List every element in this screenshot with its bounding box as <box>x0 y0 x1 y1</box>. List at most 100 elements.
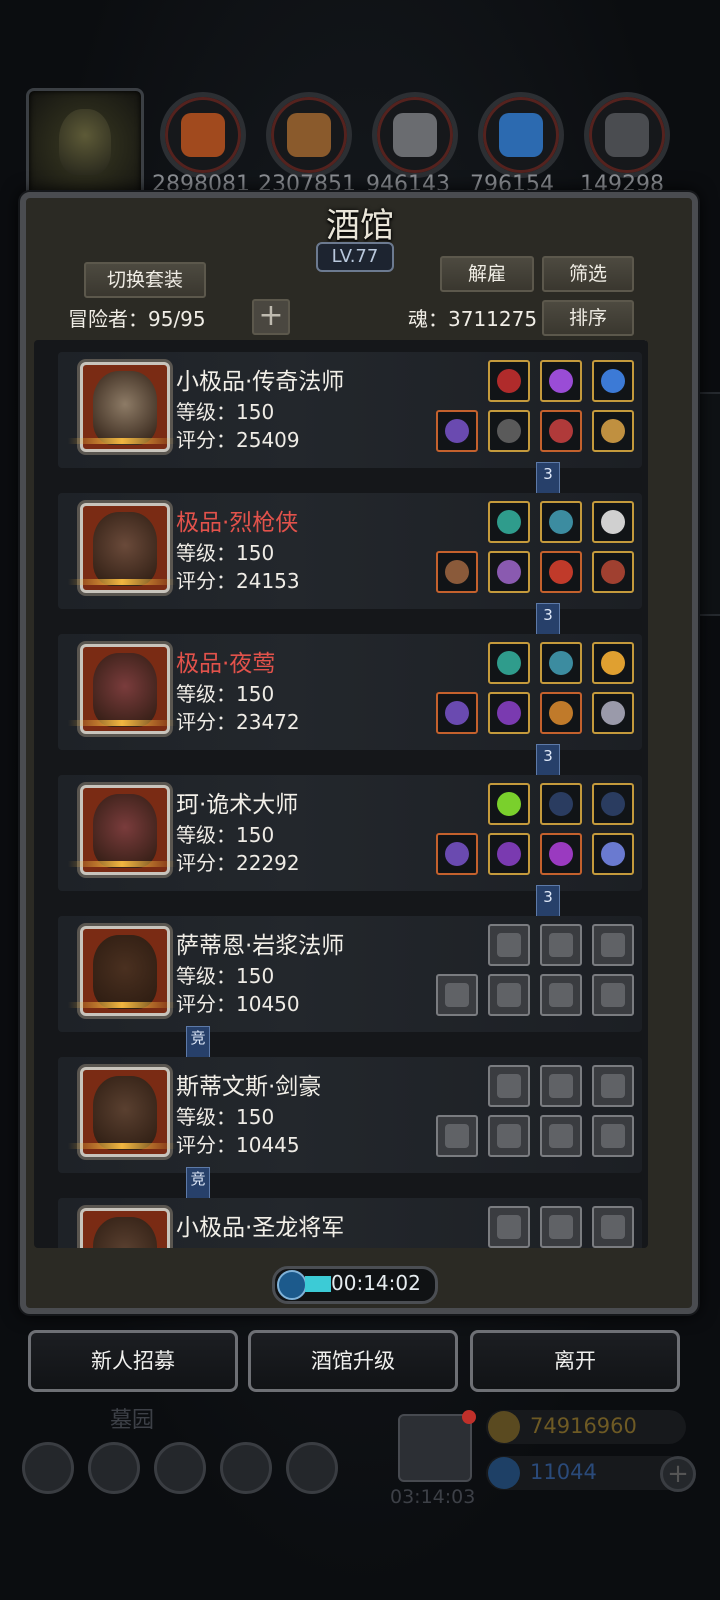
equipment-slot[interactable] <box>540 692 582 734</box>
resource-meat-icon[interactable] <box>160 92 246 178</box>
hero-card[interactable]: 萨蒂恩·岩浆法师 等级：150 评分：10450 竞 <box>58 916 642 1058</box>
mail-icon[interactable] <box>220 1442 272 1494</box>
equipment-slot[interactable] <box>540 501 582 543</box>
equipment-slot[interactable] <box>592 360 634 402</box>
switch-outfit-button[interactable]: 切换套装 <box>84 262 206 298</box>
meat-icon <box>181 113 225 157</box>
settings-icon[interactable] <box>22 1442 74 1494</box>
equipment-icon <box>445 419 469 443</box>
empty-equipment-slot[interactable] <box>488 974 530 1016</box>
equipment-slot[interactable] <box>540 551 582 593</box>
equipment-icon <box>549 792 573 816</box>
hero-name: 极品·烈枪侠 <box>176 510 299 536</box>
hero-list[interactable]: 小极品·传奇法师 等级：150 评分：25409 3 极品·烈枪侠 等级：150… <box>34 340 648 1248</box>
set-tag-badge: 3 <box>536 885 560 917</box>
player-avatar[interactable] <box>26 88 144 202</box>
cemetery-label: 墓园 <box>110 1408 155 1433</box>
empty-equipment-slot[interactable] <box>436 974 478 1016</box>
empty-equipment-slot[interactable] <box>592 924 634 966</box>
set-tag-badge: 3 <box>536 603 560 635</box>
gift-box-icon[interactable] <box>398 1410 476 1482</box>
equipment-slot[interactable] <box>436 410 478 452</box>
equipment-slot[interactable] <box>592 833 634 875</box>
equipment-slot[interactable] <box>592 692 634 734</box>
empty-equipment-slot[interactable] <box>540 1206 582 1248</box>
equipment-icon <box>549 651 573 675</box>
equipment-slot[interactable] <box>540 410 582 452</box>
empty-equipment-slot[interactable] <box>592 1206 634 1248</box>
adventurer-count: 冒险者：95/95 <box>68 307 206 331</box>
add-currency-icon[interactable]: + <box>660 1456 696 1492</box>
equipment-slot[interactable] <box>540 360 582 402</box>
hero-card[interactable]: 珂·诡术大师 等级：150 评分：22292 3 <box>58 775 642 917</box>
sort-button[interactable]: 排序 <box>542 300 634 336</box>
empty-equipment-slot[interactable] <box>540 924 582 966</box>
equipment-slot[interactable] <box>488 360 530 402</box>
hero-face <box>93 794 157 868</box>
empty-equipment-slot[interactable] <box>540 974 582 1016</box>
equipment-slot[interactable] <box>540 833 582 875</box>
equipment-slot[interactable] <box>592 783 634 825</box>
add-adventurer-button[interactable]: + <box>252 299 290 335</box>
hero-portrait[interactable] <box>80 1208 170 1248</box>
empty-equipment-slot[interactable] <box>540 1115 582 1157</box>
upgrade-tavern-button[interactable]: 酒馆升级 <box>248 1330 458 1392</box>
placeholder-icon <box>497 983 521 1007</box>
equipment-slot[interactable] <box>436 692 478 734</box>
resource-iron-icon[interactable] <box>584 92 670 178</box>
empty-equipment-slot[interactable] <box>436 1115 478 1157</box>
tavern-level-badge: LV.77 <box>316 242 394 272</box>
equipment-icon <box>497 560 521 584</box>
equipment-slot[interactable] <box>488 642 530 684</box>
equipment-slot[interactable] <box>540 642 582 684</box>
hero-card[interactable]: 极品·烈枪侠 等级：150 评分：24153 3 <box>58 493 642 635</box>
empty-equipment-slot[interactable] <box>592 974 634 1016</box>
equipment-slot[interactable] <box>436 833 478 875</box>
resource-wood-icon[interactable] <box>266 92 352 178</box>
hero-card[interactable]: 斯蒂文斯·剑豪 等级：150 评分：10445 竞 <box>58 1057 642 1199</box>
resource-stone-icon[interactable] <box>372 92 458 178</box>
equipment-icon <box>497 842 521 866</box>
empty-equipment-slot[interactable] <box>592 1065 634 1107</box>
dragon-icon[interactable] <box>286 1442 338 1494</box>
recruit-button[interactable]: 新人招募 <box>28 1330 238 1392</box>
hero-card[interactable]: 小极品·传奇法师 等级：150 评分：25409 3 <box>58 352 642 494</box>
empty-equipment-slot[interactable] <box>540 1065 582 1107</box>
hero-card[interactable]: 小极品·圣龙将军 <box>58 1198 642 1248</box>
empty-equipment-slot[interactable] <box>488 924 530 966</box>
gold-wings-emblem <box>68 861 176 867</box>
hero-name: 极品·夜莺 <box>176 651 276 677</box>
equipment-slot[interactable] <box>592 410 634 452</box>
equipment-slot[interactable] <box>436 551 478 593</box>
hero-card[interactable]: 极品·夜莺 等级：150 评分：23472 3 <box>58 634 642 776</box>
helmet-icon[interactable] <box>154 1442 206 1494</box>
empty-equipment-slot[interactable] <box>488 1206 530 1248</box>
shield-icon[interactable] <box>88 1442 140 1494</box>
filter-button[interactable]: 筛选 <box>542 256 634 292</box>
empty-equipment-slot[interactable] <box>488 1065 530 1107</box>
equipment-slot[interactable] <box>488 692 530 734</box>
empty-equipment-slot[interactable] <box>592 1115 634 1157</box>
dismiss-button[interactable]: 解雇 <box>440 256 534 292</box>
gold-wings-emblem <box>68 579 176 585</box>
empty-equipment-slot[interactable] <box>488 1115 530 1157</box>
equipment-slot[interactable] <box>488 783 530 825</box>
leave-button[interactable]: 离开 <box>470 1330 680 1392</box>
equipment-icon <box>549 369 573 393</box>
equipment-slot[interactable] <box>592 642 634 684</box>
equipment-slot[interactable] <box>488 501 530 543</box>
avatar-face <box>59 109 111 175</box>
placeholder-icon <box>601 1124 625 1148</box>
equipment-slot[interactable] <box>488 551 530 593</box>
equipment-slot[interactable] <box>488 833 530 875</box>
resource-crystal-icon[interactable] <box>478 92 564 178</box>
placeholder-icon <box>497 1215 521 1239</box>
crystal-icon <box>499 113 543 157</box>
equipment-slot[interactable] <box>592 501 634 543</box>
equipment-slot[interactable] <box>488 410 530 452</box>
equipment-slot[interactable] <box>540 783 582 825</box>
equipment-icon <box>497 651 521 675</box>
hero-face <box>93 371 157 445</box>
equipment-slot[interactable] <box>592 551 634 593</box>
hero-level: 等级：150 <box>176 682 275 706</box>
